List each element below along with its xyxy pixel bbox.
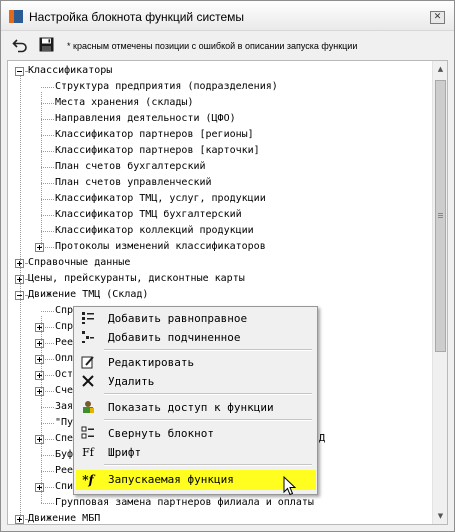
tree-item-label: План счетов управленческий <box>55 177 212 188</box>
tree-item-label: Групповая замена партнеров филиала и опл… <box>55 497 314 508</box>
menu-separator <box>104 464 312 466</box>
tree-item[interactable]: План счетов бухгалтерский <box>8 159 433 175</box>
expand-icon[interactable] <box>35 243 44 252</box>
expand-icon[interactable] <box>35 371 44 380</box>
tree-item-label: Движение ТМЦ (Склад) <box>28 289 149 300</box>
tree-item[interactable]: Цены, прейскуранты, дисконтные карты <box>8 271 433 287</box>
tree-item-label: Спе <box>55 433 74 444</box>
tree-item-label: Спи <box>55 481 74 492</box>
tree-connector <box>41 316 42 503</box>
menu-item-edit[interactable]: Редактировать <box>76 353 316 373</box>
context-menu: Добавить равноправное Добавить подчиненн… <box>73 306 318 495</box>
collapse-tree-icon <box>80 426 96 442</box>
expand-icon[interactable] <box>35 435 44 444</box>
add-sibling-icon <box>80 311 96 327</box>
menu-item-add-sibling[interactable]: Добавить равноправное <box>76 309 316 329</box>
expand-icon[interactable] <box>35 339 44 348</box>
app-logo-icon <box>9 10 23 23</box>
tree-item-label: Движение МБП <box>28 513 101 524</box>
tree-item-label: Классификатор партнеров [регионы] <box>55 129 254 140</box>
tree-item-label: Ост <box>55 369 74 380</box>
menu-separator <box>104 349 312 351</box>
tree-item[interactable]: Структура предприятия (подразделения) <box>8 79 433 95</box>
edit-icon <box>80 355 96 371</box>
tree-item-label: Буф <box>55 449 74 460</box>
tree-item-label: Рее <box>55 337 74 348</box>
tree-item[interactable]: Классификатор коллекций продукции <box>8 223 433 239</box>
font-icon: Ff <box>82 446 94 459</box>
tree-item-label: Рее <box>55 465 74 476</box>
scroll-thumb[interactable] <box>435 80 446 352</box>
tree-item-label: Классификатор коллекций продукции <box>55 225 254 236</box>
tree-item-label: "Пу <box>55 417 74 428</box>
scroll-down-arrow-icon[interactable]: ▼ <box>433 508 447 524</box>
tree-item[interactable]: Протоколы изменений классификаторов <box>8 239 433 255</box>
floppy-disk-icon <box>39 37 53 52</box>
tree-connector <box>20 76 21 519</box>
menu-item-show-access[interactable]: Показать доступ к функции <box>76 398 316 418</box>
undo-button[interactable] <box>10 35 30 55</box>
tree-item-label: Опл <box>55 353 74 364</box>
tree-item[interactable]: Групповая замена партнеров филиала и опл… <box>8 495 433 511</box>
tree-item-label: Зая <box>55 401 74 412</box>
tree-item-label: Структура предприятия (подразделения) <box>55 81 278 92</box>
tree-item[interactable]: Движение МБП <box>8 511 433 524</box>
error-hint-text: * красным отмечены позиции с ошибкой в о… <box>67 41 358 51</box>
expand-icon[interactable] <box>35 323 44 332</box>
tree-item-label: Классификатор партнеров [карточки] <box>55 145 260 156</box>
tree-item-label: План счетов бухгалтерский <box>55 161 206 172</box>
scroll-up-arrow-icon[interactable]: ▲ <box>433 61 447 77</box>
tree-item-label: Классификатор ТМЦ, услуг, продукции <box>55 193 266 204</box>
tree-item[interactable]: План счетов управленческий <box>8 175 433 191</box>
tree-item-label: Цены, прейскуранты, дисконтные карты <box>28 273 245 284</box>
tree-connector <box>41 92 42 247</box>
menu-separator <box>104 393 312 395</box>
vertical-scrollbar[interactable]: ▲ ▼ <box>432 61 447 524</box>
partial-tree-text: Д <box>319 433 326 444</box>
settings-window: Настройка блокнота функций системы ✕ * к… <box>0 0 455 532</box>
tree-item-label: Классификатор ТМЦ бухгалтерский <box>55 209 242 220</box>
title-bar[interactable]: Настройка блокнота функций системы ✕ <box>1 1 454 31</box>
save-button[interactable] <box>36 35 56 55</box>
window-title: Настройка блокнота функций системы <box>29 10 245 24</box>
tree-item[interactable]: Места хранения (склады) <box>8 95 433 111</box>
add-child-icon <box>80 330 96 346</box>
mouse-cursor-icon <box>283 476 297 496</box>
expand-icon[interactable] <box>35 483 44 492</box>
tree-item-label: Спр <box>55 321 74 332</box>
tree-item-label: Классификаторы <box>28 65 113 76</box>
delete-icon <box>80 374 96 390</box>
tree-item[interactable]: Движение ТМЦ (Склад) <box>8 287 433 303</box>
tree-item[interactable]: Справочные данные <box>8 255 433 271</box>
tree-item[interactable]: Классификатор партнеров [регионы] <box>8 127 433 143</box>
tree-item[interactable]: Классификаторы <box>8 63 433 79</box>
tree-item-label: Спр <box>55 305 74 316</box>
menu-item-delete[interactable]: Удалить <box>76 372 316 392</box>
menu-item-add-child[interactable]: Добавить подчиненное <box>76 328 316 348</box>
collapse-icon[interactable] <box>15 67 24 76</box>
user-access-icon <box>80 400 96 416</box>
expand-icon[interactable] <box>35 387 44 396</box>
tree-item-label: Протоколы изменений классификаторов <box>55 241 266 252</box>
menu-item-font[interactable]: Ff Шрифт <box>76 443 316 463</box>
close-button[interactable]: ✕ <box>430 11 445 24</box>
tree-item[interactable]: Классификатор ТМЦ бухгалтерский <box>8 207 433 223</box>
tree-item[interactable]: Направления деятельности (ЦФО) <box>8 111 433 127</box>
function-icon: *f <box>82 473 94 487</box>
tree-item-label: Места хранения (склады) <box>55 97 194 108</box>
tree-item-label: Направления деятельности (ЦФО) <box>55 113 236 124</box>
tree-item-label: Сче <box>55 385 74 396</box>
menu-item-collapse[interactable]: Свернуть блокнот <box>76 424 316 444</box>
tree-item-label: Справочные данные <box>28 257 131 268</box>
undo-icon <box>12 39 27 53</box>
expand-icon[interactable] <box>35 355 44 364</box>
menu-separator <box>104 419 312 421</box>
tree-item[interactable]: Классификатор ТМЦ, услуг, продукции <box>8 191 433 207</box>
tree-item[interactable]: Классификатор партнеров [карточки] <box>8 143 433 159</box>
menu-item-launch-function[interactable]: *f Запускаемая функция <box>76 470 316 490</box>
